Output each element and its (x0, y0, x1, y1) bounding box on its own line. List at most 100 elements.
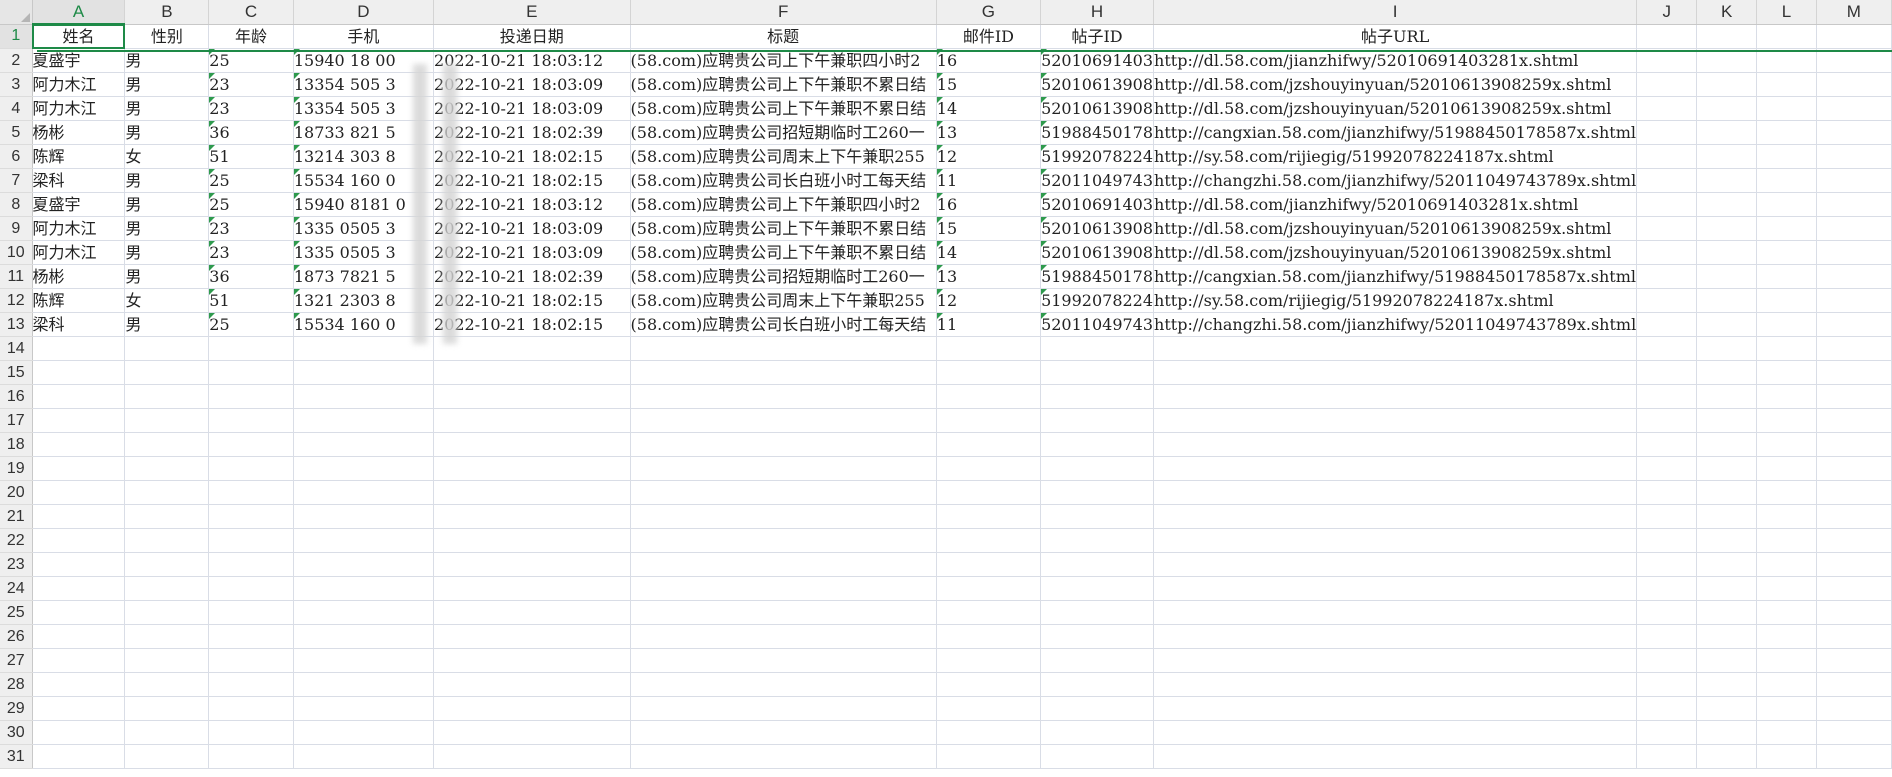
cell[interactable] (630, 408, 937, 433)
row-header[interactable]: 30 (0, 720, 33, 745)
cell[interactable] (1756, 264, 1817, 289)
cell[interactable] (32, 576, 126, 601)
cell[interactable] (936, 552, 1042, 577)
cell[interactable] (124, 552, 210, 577)
cell[interactable] (1756, 312, 1817, 337)
cell[interactable]: 男 (124, 216, 210, 241)
cell[interactable] (208, 576, 294, 601)
cell[interactable] (1816, 120, 1892, 145)
cell[interactable]: 男 (124, 240, 210, 265)
cell[interactable]: http://dl.58.com/jzshouyinyuan/520106139… (1153, 216, 1638, 241)
cell[interactable] (124, 408, 210, 433)
cell[interactable] (936, 576, 1042, 601)
cell[interactable]: 阿力木江 (32, 240, 126, 265)
row-header[interactable]: 21 (0, 504, 33, 529)
row-header[interactable]: 12 (0, 288, 33, 313)
cell[interactable] (1040, 384, 1155, 409)
row-header[interactable]: 24 (0, 576, 33, 601)
cell[interactable] (1696, 528, 1758, 553)
cell[interactable] (1696, 624, 1758, 649)
column-header-l[interactable]: L (1756, 0, 1817, 25)
cell[interactable] (1816, 552, 1892, 577)
cell[interactable] (630, 648, 937, 673)
row-header[interactable]: 26 (0, 624, 33, 649)
cell[interactable]: (58.com)应聘贵公司上下午兼职不累日结 (630, 216, 937, 241)
cell[interactable] (208, 504, 294, 529)
cell[interactable] (293, 576, 435, 601)
cell[interactable] (1696, 312, 1758, 337)
column-header-g[interactable]: G (936, 0, 1042, 25)
cell[interactable] (1040, 408, 1155, 433)
cell[interactable] (293, 360, 435, 385)
cell[interactable] (630, 504, 937, 529)
cell[interactable] (293, 696, 435, 721)
cell[interactable] (936, 672, 1042, 697)
cell[interactable] (1153, 480, 1638, 505)
cell[interactable] (1696, 96, 1758, 121)
header-cell[interactable]: 年龄 (208, 24, 294, 49)
cell[interactable]: (58.com)应聘贵公司上下午兼职四小时2 (630, 192, 937, 217)
cell[interactable]: 51 (208, 144, 294, 169)
cell[interactable] (433, 528, 631, 553)
cell[interactable] (630, 336, 937, 361)
cell[interactable] (1153, 600, 1638, 625)
cell[interactable] (208, 672, 294, 697)
cell[interactable] (1040, 672, 1155, 697)
column-header-h[interactable]: H (1040, 0, 1155, 25)
row-header[interactable]: 10 (0, 240, 33, 265)
cell[interactable] (1816, 720, 1892, 745)
cell[interactable] (1816, 456, 1892, 481)
cell[interactable] (1756, 624, 1817, 649)
cell[interactable]: 11 (936, 312, 1042, 337)
row-header[interactable]: 3 (0, 72, 33, 97)
cell[interactable] (433, 408, 631, 433)
cell[interactable] (433, 624, 631, 649)
cell[interactable] (630, 432, 937, 457)
cell[interactable] (936, 432, 1042, 457)
cell[interactable] (32, 336, 126, 361)
cell[interactable] (1696, 408, 1758, 433)
cell[interactable] (32, 384, 126, 409)
cell[interactable]: (58.com)应聘贵公司上下午兼职不累日结 (630, 240, 937, 265)
cell[interactable] (433, 672, 631, 697)
cell[interactable]: 16 (936, 48, 1042, 73)
cell[interactable] (1040, 648, 1155, 673)
cell[interactable]: (58.com)应聘贵公司长白班小时工每天结 (630, 312, 937, 337)
row-header[interactable]: 8 (0, 192, 33, 217)
cell[interactable] (32, 408, 126, 433)
cell[interactable]: 男 (124, 192, 210, 217)
cell[interactable] (32, 744, 126, 769)
cell[interactable] (1153, 336, 1638, 361)
column-header-e[interactable]: E (433, 0, 631, 25)
cell[interactable] (124, 648, 210, 673)
cell[interactable]: (58.com)应聘贵公司上下午兼职不累日结 (630, 72, 937, 97)
row-header[interactable]: 27 (0, 648, 33, 673)
cell[interactable]: http://sy.58.com/rijiegig/51992078224187… (1153, 144, 1638, 169)
cell[interactable] (1153, 672, 1638, 697)
cell[interactable]: 陈辉 (32, 144, 126, 169)
cell[interactable] (1756, 600, 1817, 625)
cell[interactable]: 52010613908 (1040, 216, 1155, 241)
cell[interactable] (1816, 744, 1892, 769)
cell[interactable] (1756, 504, 1817, 529)
cell[interactable] (124, 480, 210, 505)
cell[interactable]: 52010691403 (1040, 48, 1155, 73)
cell[interactable] (1816, 336, 1892, 361)
cell[interactable] (433, 696, 631, 721)
cell[interactable] (208, 384, 294, 409)
column-header-d[interactable]: D (293, 0, 435, 25)
row-header[interactable]: 29 (0, 696, 33, 721)
cell[interactable] (433, 576, 631, 601)
cell[interactable] (32, 432, 126, 457)
cell[interactable] (630, 552, 937, 577)
cell[interactable] (32, 720, 126, 745)
cell[interactable] (208, 360, 294, 385)
cell[interactable] (293, 384, 435, 409)
cell[interactable] (32, 672, 126, 697)
cell[interactable]: 36 (208, 120, 294, 145)
cell[interactable] (1636, 720, 1698, 745)
cell[interactable] (1816, 192, 1892, 217)
cell[interactable] (1696, 576, 1758, 601)
cell[interactable] (1636, 744, 1698, 769)
cell[interactable] (433, 480, 631, 505)
